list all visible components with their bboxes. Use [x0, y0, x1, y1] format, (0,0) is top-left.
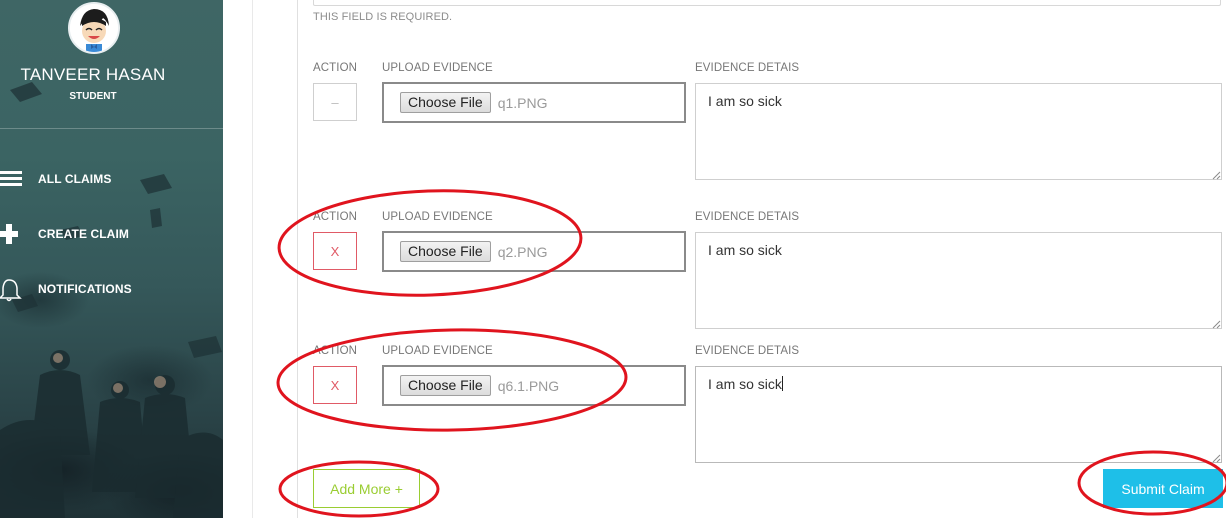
action-label: ACTION — [313, 345, 358, 357]
sidebar: TANVEER HASAN STUDENT ALL CLAIMS CREATE … — [0, 0, 223, 518]
panel-border — [252, 0, 253, 518]
card-border — [297, 0, 298, 518]
required-error-message: THIS FIELD IS REQUIRED. — [313, 11, 453, 23]
sidebar-item-label: CREATE CLAIM — [38, 227, 129, 241]
sidebar-item-label: ALL CLAIMS — [38, 172, 112, 186]
sidebar-item-create-claim[interactable]: CREATE CLAIM — [0, 219, 223, 249]
previous-textarea-bottom[interactable] — [313, 0, 1221, 6]
remove-row-button[interactable]: X — [313, 366, 357, 404]
evidence-details-textarea[interactable]: I am so sick — [695, 83, 1222, 180]
resize-grip-icon[interactable] — [1212, 454, 1221, 463]
upload-evidence-label: UPLOAD EVIDENCE — [382, 62, 493, 74]
action-label: ACTION — [313, 62, 358, 74]
user-name: TANVEER HASAN — [20, 65, 166, 84]
evidence-details-textarea[interactable]: I am so sick — [695, 232, 1222, 329]
resize-grip-icon[interactable] — [1212, 320, 1221, 329]
sidebar-item-notifications[interactable]: NOTIFICATIONS — [0, 274, 223, 304]
upload-evidence-label: UPLOAD EVIDENCE — [382, 345, 493, 357]
list-icon — [0, 171, 22, 186]
add-more-button[interactable]: Add More + — [313, 469, 420, 508]
avatar — [68, 2, 120, 54]
upload-evidence-label: UPLOAD EVIDENCE — [382, 211, 493, 223]
file-upload-field[interactable]: Choose File q6.1.PNG — [382, 365, 686, 406]
evidence-details-label: EVIDENCE DETAIS — [695, 211, 800, 223]
choose-file-button[interactable]: Choose File — [400, 375, 491, 396]
sidebar-item-label: NOTIFICATIONS — [38, 282, 132, 296]
avatar-cartoon-icon — [70, 4, 118, 52]
file-upload-field[interactable]: Choose File q1.PNG — [382, 82, 686, 123]
evidence-details-label: EVIDENCE DETAIS — [695, 345, 800, 357]
plus-icon — [0, 224, 18, 244]
choose-file-button[interactable]: Choose File — [400, 92, 491, 113]
submit-claim-button[interactable]: Submit Claim — [1103, 469, 1223, 508]
evidence-details-label: EVIDENCE DETAIS — [695, 62, 800, 74]
action-button-disabled[interactable]: – — [313, 83, 357, 121]
remove-row-button[interactable]: X — [313, 232, 357, 270]
file-upload-field[interactable]: Choose File q2.PNG — [382, 231, 686, 272]
choose-file-button[interactable]: Choose File — [400, 241, 491, 262]
evidence-details-textarea[interactable]: I am so sick — [695, 366, 1222, 463]
user-role: STUDENT — [69, 91, 117, 102]
bell-icon — [0, 279, 22, 302]
file-name: q6.1.PNG — [497, 377, 560, 394]
file-name: q2.PNG — [497, 243, 548, 260]
action-label: ACTION — [313, 211, 358, 223]
text-cursor — [781, 376, 783, 391]
sidebar-divider — [0, 128, 223, 129]
evidence-details-text: I am so sick — [708, 376, 782, 392]
resize-grip-icon[interactable] — [1212, 171, 1221, 180]
sidebar-item-all-claims[interactable]: ALL CLAIMS — [0, 164, 223, 194]
file-name: q1.PNG — [497, 94, 548, 111]
